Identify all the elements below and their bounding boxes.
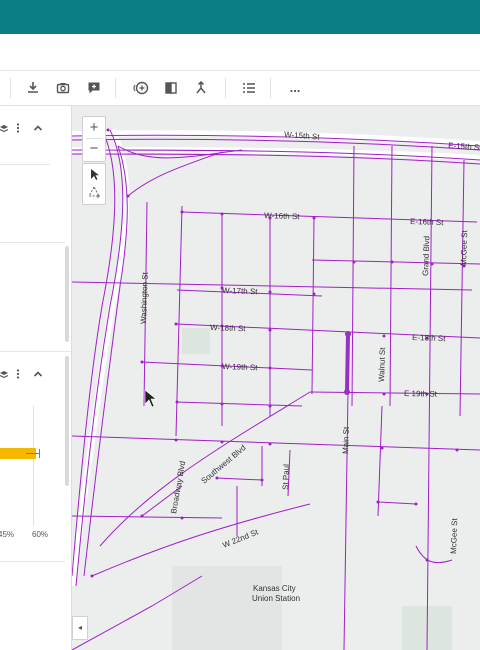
- left-panel: 45% 60%: [0, 106, 72, 650]
- street-label: W-17th St: [222, 286, 258, 296]
- street-label: E-18th St: [412, 333, 446, 343]
- street-label: McGee St: [449, 517, 459, 554]
- map-tools: [82, 163, 106, 205]
- chart-gridline: [33, 406, 34, 526]
- segment-node: [345, 331, 351, 337]
- polygon-draw-icon[interactable]: [87, 185, 101, 199]
- street-label: Washington St: [139, 271, 150, 324]
- more-vert-icon[interactable]: [12, 122, 24, 134]
- select-arrow-icon[interactable]: [87, 167, 101, 181]
- map-toolbar: ...: [0, 71, 480, 106]
- download-icon[interactable]: [22, 77, 44, 99]
- zoom-control: + −: [82, 116, 106, 162]
- panel-divider: [0, 242, 65, 243]
- zoom-out-button[interactable]: −: [83, 138, 105, 160]
- street-label: E 19th St: [404, 389, 438, 399]
- more-icon[interactable]: ...: [284, 77, 306, 99]
- panel-divider: [0, 351, 71, 352]
- layers-icon[interactable]: [0, 368, 10, 380]
- panel-divider: [0, 164, 50, 165]
- street-label: McGee St: [459, 229, 469, 266]
- panel-scrollbar[interactable]: [65, 246, 69, 342]
- toolbar-divider: [225, 78, 226, 98]
- merge-icon[interactable]: [190, 77, 212, 99]
- selected-segment: [345, 333, 350, 393]
- street-label: W-18th St: [210, 323, 246, 333]
- more-vert-icon[interactable]: [12, 368, 24, 380]
- layers-icon[interactable]: [0, 122, 10, 134]
- compare-icon[interactable]: [160, 77, 182, 99]
- add-layer-icon[interactable]: [130, 77, 152, 99]
- street-label: W-16th St: [264, 211, 300, 221]
- toolbar-divider: [270, 78, 271, 98]
- app-header: [0, 0, 480, 34]
- axis-tick-label: 45%: [0, 530, 15, 539]
- landmark-label: Kansas City: [253, 584, 296, 593]
- chevron-up-icon[interactable]: [32, 368, 44, 380]
- error-bar-cap: [39, 449, 40, 458]
- error-bar: [26, 453, 40, 454]
- list-icon[interactable]: [238, 77, 260, 99]
- axis-tick-label: 60%: [32, 530, 49, 539]
- toolbar-divider: [10, 78, 11, 98]
- street-label: St Paul: [281, 464, 291, 490]
- camera-icon[interactable]: [52, 77, 74, 99]
- toolbar-divider: [115, 78, 116, 98]
- map-canvas[interactable]: W-15th St E-15th St W-16th St E-16th St …: [72, 106, 480, 650]
- sub-header: [0, 34, 480, 71]
- collapse-panel-button[interactable]: ◂: [72, 616, 88, 640]
- street-label: E-16th St: [410, 217, 444, 227]
- street-label: W-19th St: [222, 362, 258, 372]
- segment-node: [344, 389, 350, 395]
- comment-icon[interactable]: [83, 77, 105, 99]
- panel-divider: [0, 561, 65, 562]
- landmark-label: Union Station: [252, 594, 300, 603]
- zoom-in-button[interactable]: +: [83, 117, 105, 139]
- panel-scrollbar[interactable]: [65, 356, 69, 486]
- street-label: Grand Blvd: [421, 236, 431, 276]
- street-label: Main St: [341, 426, 351, 454]
- chevron-up-icon[interactable]: [32, 122, 44, 134]
- street-label: Walnut St: [377, 347, 387, 382]
